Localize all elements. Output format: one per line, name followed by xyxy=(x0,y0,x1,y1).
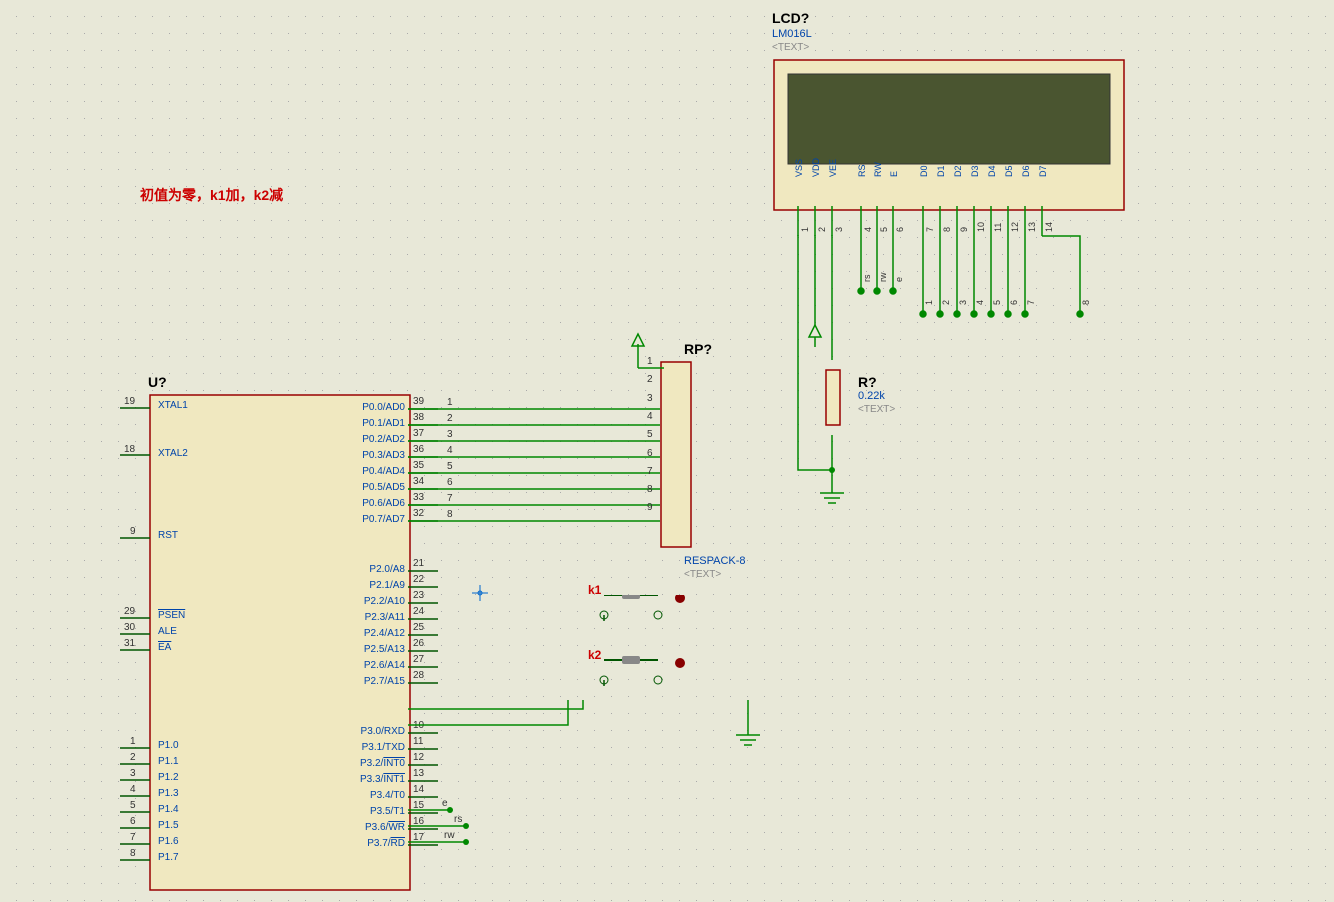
net-label: rs xyxy=(454,814,462,825)
pin-label: P1.7 xyxy=(158,852,179,863)
pin-label: EA xyxy=(158,642,171,653)
resistor-value: 0.22k xyxy=(858,390,885,402)
lcd-component xyxy=(770,56,1130,216)
pin-label: P1.4 xyxy=(158,804,179,815)
pin-label: RST xyxy=(158,530,178,541)
pin-label: ALE xyxy=(158,626,177,637)
origin-marker xyxy=(472,585,488,601)
lcd-name: LCD? xyxy=(772,10,809,26)
pin-num: 19 xyxy=(124,396,135,407)
resistor-component xyxy=(820,360,850,440)
net-label: e xyxy=(442,798,448,809)
pin-num: 30 xyxy=(124,622,135,633)
power-symbol xyxy=(620,330,670,370)
pin-label: P1.0 xyxy=(158,740,179,751)
switches[interactable] xyxy=(590,595,700,695)
pin-num: 29 xyxy=(124,606,135,617)
net-label: rw xyxy=(444,830,455,841)
pin-label: XTAL1 xyxy=(158,400,188,411)
pin-label: P1.5 xyxy=(158,820,179,831)
annotation-text: 初值为零，k1加，k2减 xyxy=(140,185,283,205)
pin-num: 5 xyxy=(130,800,136,811)
pin-label: P1.6 xyxy=(158,836,179,847)
lcd-text: <TEXT> xyxy=(772,42,809,53)
pin-num: 4 xyxy=(130,784,136,795)
pin-num: 18 xyxy=(124,444,135,455)
button-wires xyxy=(408,700,768,790)
pin-num: 31 xyxy=(124,638,135,649)
resistor-name: R? xyxy=(858,374,877,390)
pin-num: 1 xyxy=(130,736,136,747)
pin-num: 8 xyxy=(130,848,136,859)
pin-num: 3 xyxy=(130,768,136,779)
pin-num: 6 xyxy=(130,816,136,827)
pin-num: 2 xyxy=(130,752,136,763)
pin-label: P1.3 xyxy=(158,788,179,799)
pin-num: 7 xyxy=(130,832,136,843)
pin-num: 9 xyxy=(130,526,136,537)
respack-text: <TEXT> xyxy=(684,569,721,580)
pin-label: P1.2 xyxy=(158,772,179,783)
respack-name: RP? xyxy=(684,341,712,357)
pin-label: P1.1 xyxy=(158,756,179,767)
pin-label: XTAL2 xyxy=(158,448,188,459)
pin-label: PSEN xyxy=(158,610,185,621)
resistor-text: <TEXT> xyxy=(858,404,895,415)
respack-part: RESPACK-8 xyxy=(684,555,746,567)
lcd-part: LM016L xyxy=(772,28,812,40)
